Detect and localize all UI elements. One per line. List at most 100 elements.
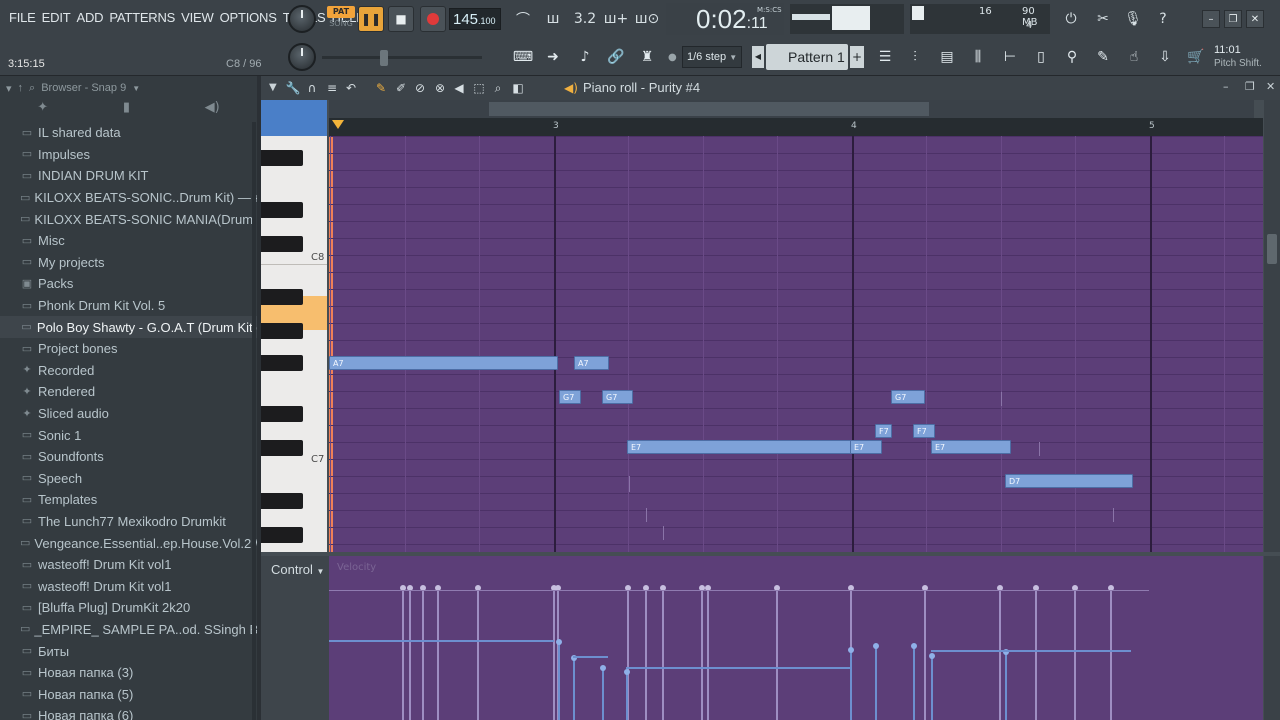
channel-rack-icon[interactable]: ▤ — [934, 44, 960, 70]
document-icon[interactable]: ▯ — [1028, 44, 1054, 70]
pattern-selector[interactable]: Pattern 1 — [766, 44, 848, 70]
piano-keyboard[interactable]: C8 C7 — [261, 136, 327, 552]
link-icon[interactable]: 🔗 — [603, 44, 629, 70]
slice-icon[interactable]: ◀ — [451, 80, 467, 96]
note[interactable]: A7 — [329, 356, 558, 370]
browser-item[interactable]: ▭_EMPIRE_ SAMPLE PA..od. SSingh Beatzz) — [0, 619, 257, 641]
pat-label[interactable]: PAT — [327, 6, 355, 18]
power-icon[interactable]: ⏻ — [1058, 6, 1084, 32]
velocity-bar[interactable] — [475, 585, 481, 720]
magnet-icon[interactable]: ∩ — [304, 80, 320, 96]
velocity-bar[interactable] — [997, 585, 1003, 720]
velocity-bar[interactable] — [699, 585, 705, 720]
restore-button[interactable]: ❐ — [1224, 10, 1242, 28]
tool-dot-icon[interactable]: ● — [668, 52, 678, 64]
browser-item[interactable]: ▭ Impulses — [0, 144, 257, 166]
piano-roll-title[interactable]: Piano roll - Purity #4 — [583, 80, 700, 95]
countdown-icon[interactable]: 3.2 — [572, 6, 598, 32]
note[interactable]: A7 — [574, 356, 609, 370]
piano-roll-icon[interactable]: ⫶ — [902, 44, 928, 70]
black-key[interactable] — [261, 493, 303, 509]
velocity-bar[interactable] — [407, 585, 413, 720]
browser-item[interactable]: ▭Vengeance.Essential..ep.House.Vol.2.WAV — [0, 532, 257, 554]
wait-input-icon[interactable]: ш — [540, 6, 566, 32]
select-icon[interactable]: ⬚ — [471, 80, 487, 96]
playhead-marker[interactable] — [332, 120, 344, 129]
black-key[interactable] — [261, 150, 303, 166]
menu-view[interactable]: VIEW — [178, 10, 216, 25]
black-key[interactable] — [261, 236, 303, 252]
snap-icon[interactable]: ♪ — [572, 44, 598, 70]
pitch-handle[interactable] — [911, 643, 917, 649]
control-selector[interactable]: Control ▼ — [271, 562, 324, 577]
pitch-bar[interactable] — [571, 655, 577, 720]
arrow-right-icon[interactable]: ➜ — [540, 44, 566, 70]
velocity-bar[interactable] — [660, 585, 666, 720]
browser-item[interactable]: ▭ IL shared data — [0, 122, 257, 144]
menu-add[interactable]: ADD — [73, 10, 106, 25]
browser-tree-icon[interactable]: ⊢ — [997, 44, 1023, 70]
help-icon[interactable]: ? — [1150, 6, 1176, 32]
chevron-down-icon[interactable]: ▼ — [132, 84, 140, 93]
black-key[interactable] — [261, 406, 303, 422]
browser-item[interactable]: ▭ My projects — [0, 252, 257, 274]
master-pitch-knob[interactable] — [288, 43, 316, 71]
pitch-handle[interactable] — [848, 647, 854, 653]
file-icon[interactable]: ▮ — [123, 100, 130, 120]
pause-button[interactable]: ❚❚ — [358, 6, 384, 32]
slider-handle[interactable] — [380, 50, 388, 66]
zoom-icon[interactable]: ⌕ — [490, 80, 506, 96]
brush-icon[interactable]: ✐ — [393, 80, 409, 96]
menu-arrow-icon[interactable]: ▼ — [269, 82, 277, 93]
eraser-icon[interactable]: ⊘ — [412, 80, 428, 96]
sparkle-icon[interactable]: ✦ — [37, 100, 48, 120]
plugin-icon[interactable]: ⚲ — [1059, 44, 1085, 70]
velocity-bar[interactable] — [435, 585, 441, 720]
note[interactable]: E7 — [627, 440, 851, 454]
pitch-bar[interactable] — [848, 647, 854, 720]
black-key[interactable] — [261, 355, 303, 371]
overview-thumb[interactable] — [489, 102, 929, 116]
stop-button[interactable]: ■ — [388, 6, 414, 32]
note[interactable]: G7 — [891, 390, 925, 404]
pat-song-toggle[interactable]: PAT SONG — [327, 6, 355, 32]
browser-item[interactable]: ▭ Polo Boy Shawty - G.O.A.T (Drum Kit) — [0, 316, 257, 338]
velocity-bar[interactable] — [400, 585, 406, 720]
event-scrollbar[interactable] — [1264, 556, 1280, 720]
pitch-handle[interactable] — [929, 653, 935, 659]
note[interactable]: G7 — [602, 390, 633, 404]
black-key[interactable] — [261, 527, 303, 543]
cpu-monitor[interactable]: 16 90 MB 4 — [910, 4, 1050, 34]
loop-record-icon[interactable]: ш⊙ — [634, 6, 660, 32]
hand-icon[interactable]: ☝ — [1121, 44, 1147, 70]
list-icon[interactable]: ≡ — [324, 80, 340, 96]
master-slider[interactable] — [322, 50, 482, 66]
browser-item[interactable]: ▭ Новая папка (6) — [0, 705, 257, 720]
browser-item[interactable]: ▭ Биты — [0, 640, 257, 662]
pencil-icon[interactable]: ✎ — [373, 80, 389, 96]
pitch-handle[interactable] — [600, 665, 606, 671]
metronome-icon[interactable]: ⌒ — [510, 6, 536, 32]
browser-item[interactable]: ▭ Speech — [0, 468, 257, 490]
pitch-bar[interactable] — [624, 669, 630, 720]
speaker-icon[interactable]: ◀) — [563, 80, 579, 96]
browser-item[interactable]: ▭ Новая папка (5) — [0, 683, 257, 705]
black-key[interactable] — [261, 440, 303, 456]
velocity-bar[interactable] — [551, 585, 557, 720]
pitch-handle[interactable] — [556, 639, 562, 645]
timeline-ruler[interactable]: 3 4 5 — [329, 118, 1263, 136]
black-key[interactable] — [261, 323, 303, 339]
pitch-bar[interactable] — [911, 643, 917, 720]
browser-item[interactable]: ▭KILOXX BEATS-SONIC..Drum Kit) — копия — [0, 187, 257, 209]
pitch-bar[interactable] — [1003, 649, 1009, 720]
window-restore-icon[interactable]: ❐ — [1245, 80, 1255, 93]
browser-item[interactable]: ▭ Misc — [0, 230, 257, 252]
velocity-bar[interactable] — [420, 585, 426, 720]
step-selector[interactable]: 1/6 step ▼ — [682, 46, 742, 68]
search-icon[interactable]: ⌕ — [29, 82, 35, 95]
velocity-bar[interactable] — [922, 585, 928, 720]
browser-item[interactable]: ▭ The Lunch77 Mexikodro Drumkit — [0, 511, 257, 533]
news-panel[interactable]: 11:01 Pitch Shift. — [1214, 44, 1280, 72]
cart-icon[interactable]: 🛒 — [1183, 44, 1209, 70]
speaker-icon[interactable]: ◀) — [205, 100, 220, 120]
